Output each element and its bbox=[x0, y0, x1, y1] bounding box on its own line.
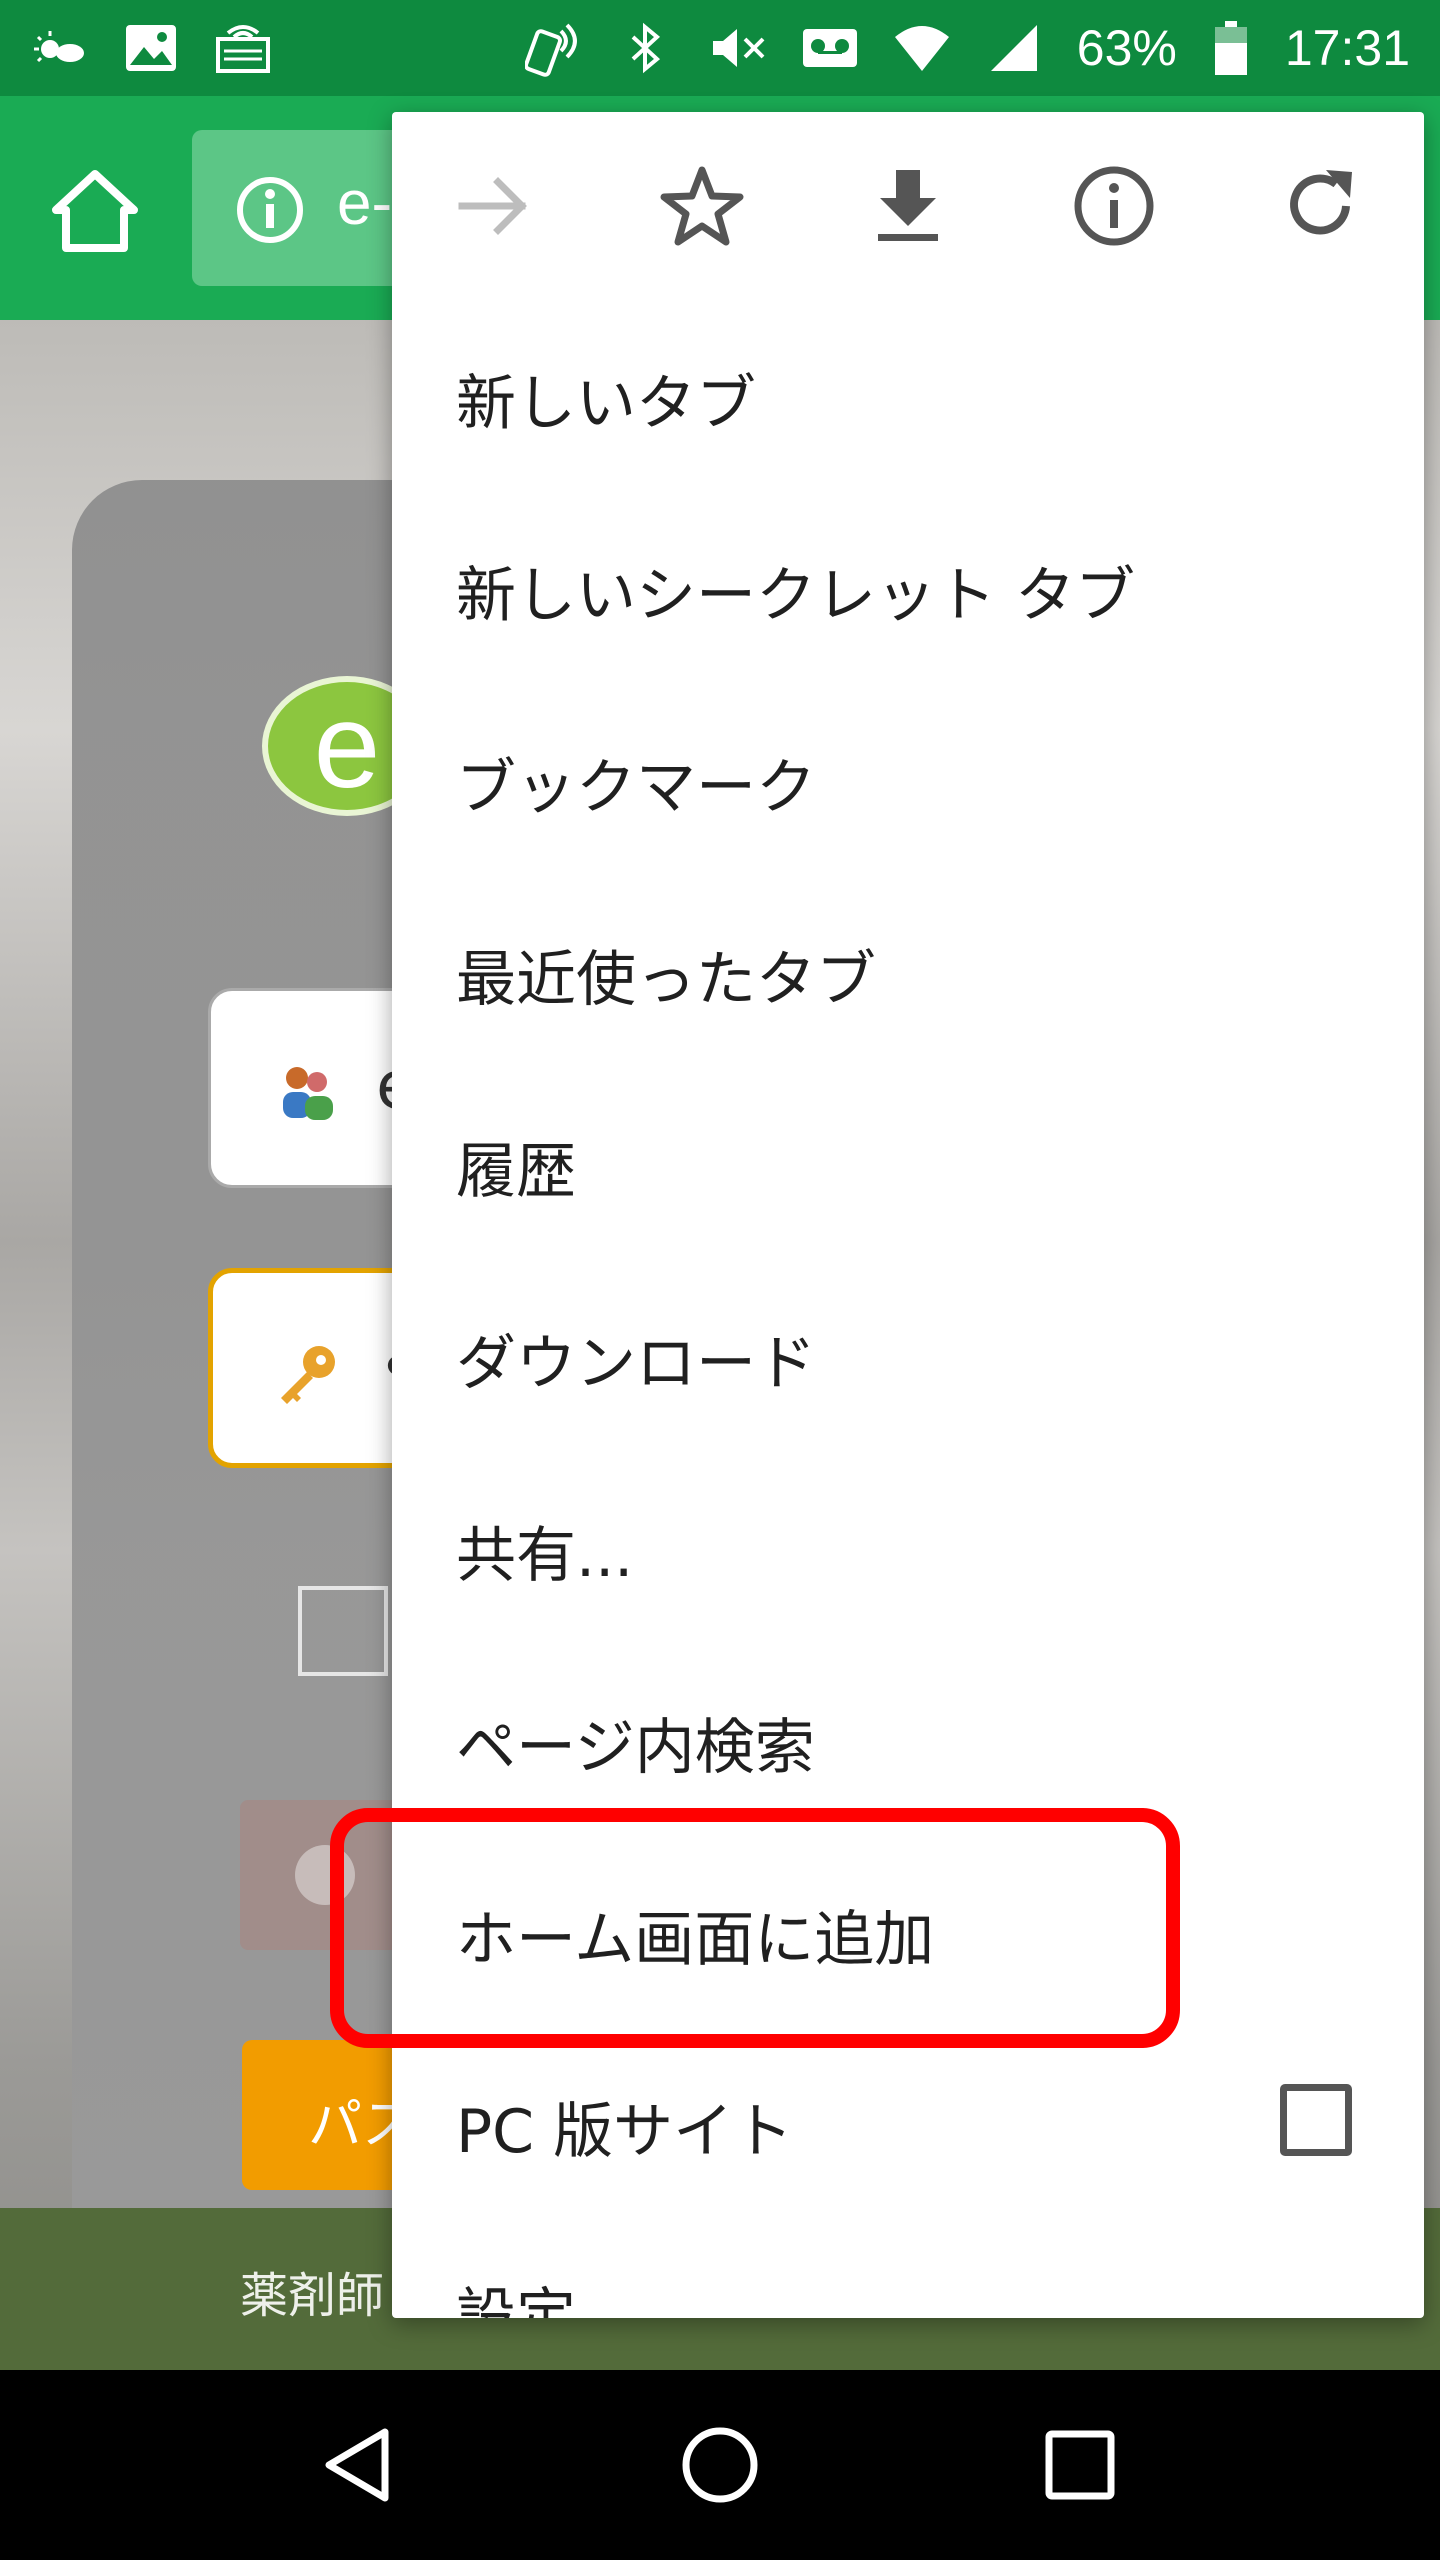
back-button[interactable] bbox=[315, 2420, 405, 2510]
home-circle-icon bbox=[682, 2427, 758, 2503]
menu-item-label: 設定 bbox=[456, 2282, 576, 2318]
navigation-bar bbox=[0, 2370, 1440, 2560]
home-icon bbox=[52, 170, 138, 252]
weather-icon bbox=[30, 19, 88, 77]
menu-item-label: ブックマーク bbox=[456, 752, 816, 823]
users-icon bbox=[271, 1056, 343, 1128]
menu-item-new-tab[interactable]: 新しいタブ bbox=[392, 302, 1424, 494]
desktop-site-checkbox[interactable] bbox=[1280, 2084, 1352, 2156]
status-left-icons bbox=[30, 19, 272, 77]
home-button[interactable] bbox=[50, 166, 140, 256]
highlight-box bbox=[330, 1808, 1180, 2048]
menu-item-downloads[interactable]: ダウンロード bbox=[392, 1262, 1424, 1454]
footer-text: 薬剤師 bbox=[240, 2268, 385, 2324]
mute-icon bbox=[709, 19, 767, 77]
download-button[interactable] bbox=[862, 160, 954, 252]
menu-item-label: ダウンロード bbox=[456, 1328, 816, 1399]
menu-item-label: PC 版サイト bbox=[456, 2096, 794, 2167]
bluetooth-icon bbox=[617, 19, 675, 77]
download-icon bbox=[878, 170, 938, 241]
recents-button[interactable] bbox=[1035, 2420, 1125, 2510]
recents-square-icon bbox=[1045, 2430, 1115, 2500]
battery-icon bbox=[1211, 19, 1251, 77]
clock: 17:31 bbox=[1284, 20, 1410, 76]
menu-item-label: 新しいシークレット タブ bbox=[456, 560, 1136, 631]
url-text: e- bbox=[337, 169, 393, 238]
menu-item-label: 履歴 bbox=[456, 1136, 576, 1207]
menu-item-history[interactable]: 履歴 bbox=[392, 1070, 1424, 1262]
home-nav-button[interactable] bbox=[675, 2420, 765, 2510]
menu-item-label: ページ内検索 bbox=[456, 1712, 815, 1783]
signal-icon bbox=[985, 19, 1043, 77]
site-info-icon[interactable] bbox=[234, 174, 306, 246]
menu-item-label: 最近使ったタブ bbox=[456, 944, 876, 1015]
status-bar: 63% 17:31 bbox=[0, 0, 1440, 96]
menu-item-share[interactable]: 共有... bbox=[392, 1454, 1424, 1646]
gallery-icon bbox=[122, 19, 180, 77]
refresh-button[interactable] bbox=[1274, 160, 1366, 252]
menu-item-label: 新しいタブ bbox=[456, 368, 756, 439]
battery-percent: 63% bbox=[1076, 20, 1177, 76]
back-triangle-icon bbox=[325, 2428, 389, 2502]
menu-icon-row bbox=[392, 112, 1424, 302]
remember-checkbox[interactable] bbox=[298, 1586, 388, 1676]
menu-item-desktop-site[interactable]: PC 版サイト bbox=[392, 2030, 1424, 2222]
menu-item-bookmarks[interactable]: ブックマーク bbox=[392, 686, 1424, 878]
key-icon bbox=[273, 1338, 345, 1410]
status-right-icons: 63% 17:31 bbox=[524, 19, 1410, 77]
forward-arrow-icon bbox=[458, 177, 527, 235]
menu-item-settings[interactable]: 設定 bbox=[392, 2238, 1424, 2318]
menu-item-recent-tabs[interactable]: 最近使ったタブ bbox=[392, 878, 1424, 1070]
forward-button[interactable] bbox=[448, 160, 540, 252]
bookmark-button[interactable] bbox=[656, 160, 748, 252]
refresh-icon bbox=[1290, 170, 1352, 235]
menu-item-new-incognito-tab[interactable]: 新しいシークレット タブ bbox=[392, 494, 1424, 686]
nfc-phone-icon bbox=[524, 19, 583, 77]
info-icon bbox=[1074, 166, 1154, 246]
wifi-icon bbox=[893, 19, 951, 77]
star-icon bbox=[660, 166, 744, 246]
menu-item-label: 共有... bbox=[456, 1520, 634, 1591]
voicemail-icon bbox=[801, 19, 859, 77]
cast-icon bbox=[214, 19, 272, 77]
page-info-button[interactable] bbox=[1068, 160, 1160, 252]
